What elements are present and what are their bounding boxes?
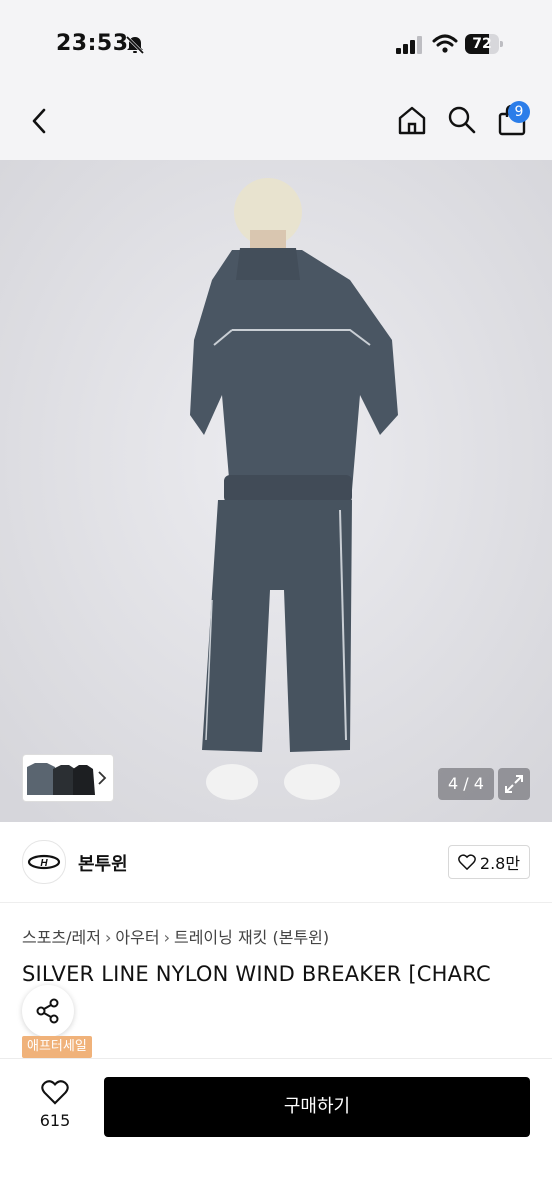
- after-sale-tag: 애프터세일: [22, 1036, 92, 1058]
- share-icon: [36, 998, 59, 1024]
- home-icon: [398, 106, 426, 135]
- model-photo: [0, 160, 552, 822]
- status-bar: 23:53 72: [0, 0, 552, 90]
- brand-name[interactable]: 본투윈: [78, 850, 128, 876]
- expand-icon: [505, 775, 523, 793]
- cellular-signal-icon: [396, 36, 422, 54]
- status-time: 23:53: [56, 31, 129, 56]
- product-like-button[interactable]: 615: [22, 1079, 88, 1130]
- share-button[interactable]: [22, 985, 74, 1037]
- product-image[interactable]: [0, 160, 552, 822]
- breadcrumb: 스포츠/레저 › 아우터 › 트레이닝 재킷 (본투윈): [22, 928, 330, 947]
- product-like-count: 615: [39, 1111, 71, 1130]
- svg-text:H: H: [40, 858, 48, 869]
- back-button[interactable]: [22, 104, 56, 138]
- breadcrumb-outer[interactable]: 아우터: [115, 928, 159, 947]
- wifi-icon: [432, 34, 458, 53]
- brand-logo: H: [22, 840, 66, 884]
- brand-row[interactable]: H 본투윈 2.8만: [0, 822, 552, 903]
- image-counter: 4 / 4: [438, 768, 494, 800]
- search-icon: [448, 106, 476, 134]
- battery-percent: 72: [472, 36, 492, 52]
- thumbnail-jackets: [27, 763, 107, 795]
- search-button[interactable]: [444, 102, 480, 138]
- expand-button[interactable]: [498, 768, 530, 800]
- chevron-left-icon: [32, 108, 46, 134]
- top-nav: [0, 90, 552, 160]
- product-title: SILVER LINE NYLON WIND BREAKER [CHARC: [22, 962, 491, 986]
- buy-button[interactable]: 구매하기: [104, 1077, 530, 1137]
- home-button[interactable]: [394, 102, 430, 138]
- bottom-action-bar: 615 구매하기: [0, 1058, 552, 1201]
- brand-like-button[interactable]: 2.8만: [448, 845, 530, 879]
- heart-icon: [458, 854, 476, 870]
- cart-count-badge: 9: [508, 101, 530, 123]
- bell-muted-icon: [125, 35, 145, 55]
- breadcrumb-training-jacket[interactable]: 트레이닝 재킷 (본투윈): [174, 928, 329, 947]
- heart-icon: [41, 1080, 69, 1105]
- breadcrumb-sports[interactable]: 스포츠/레저: [22, 928, 101, 947]
- brand-like-count: 2.8만: [479, 854, 521, 873]
- battery-indicator: 72: [465, 34, 505, 54]
- thumbnail-strip[interactable]: [22, 754, 114, 802]
